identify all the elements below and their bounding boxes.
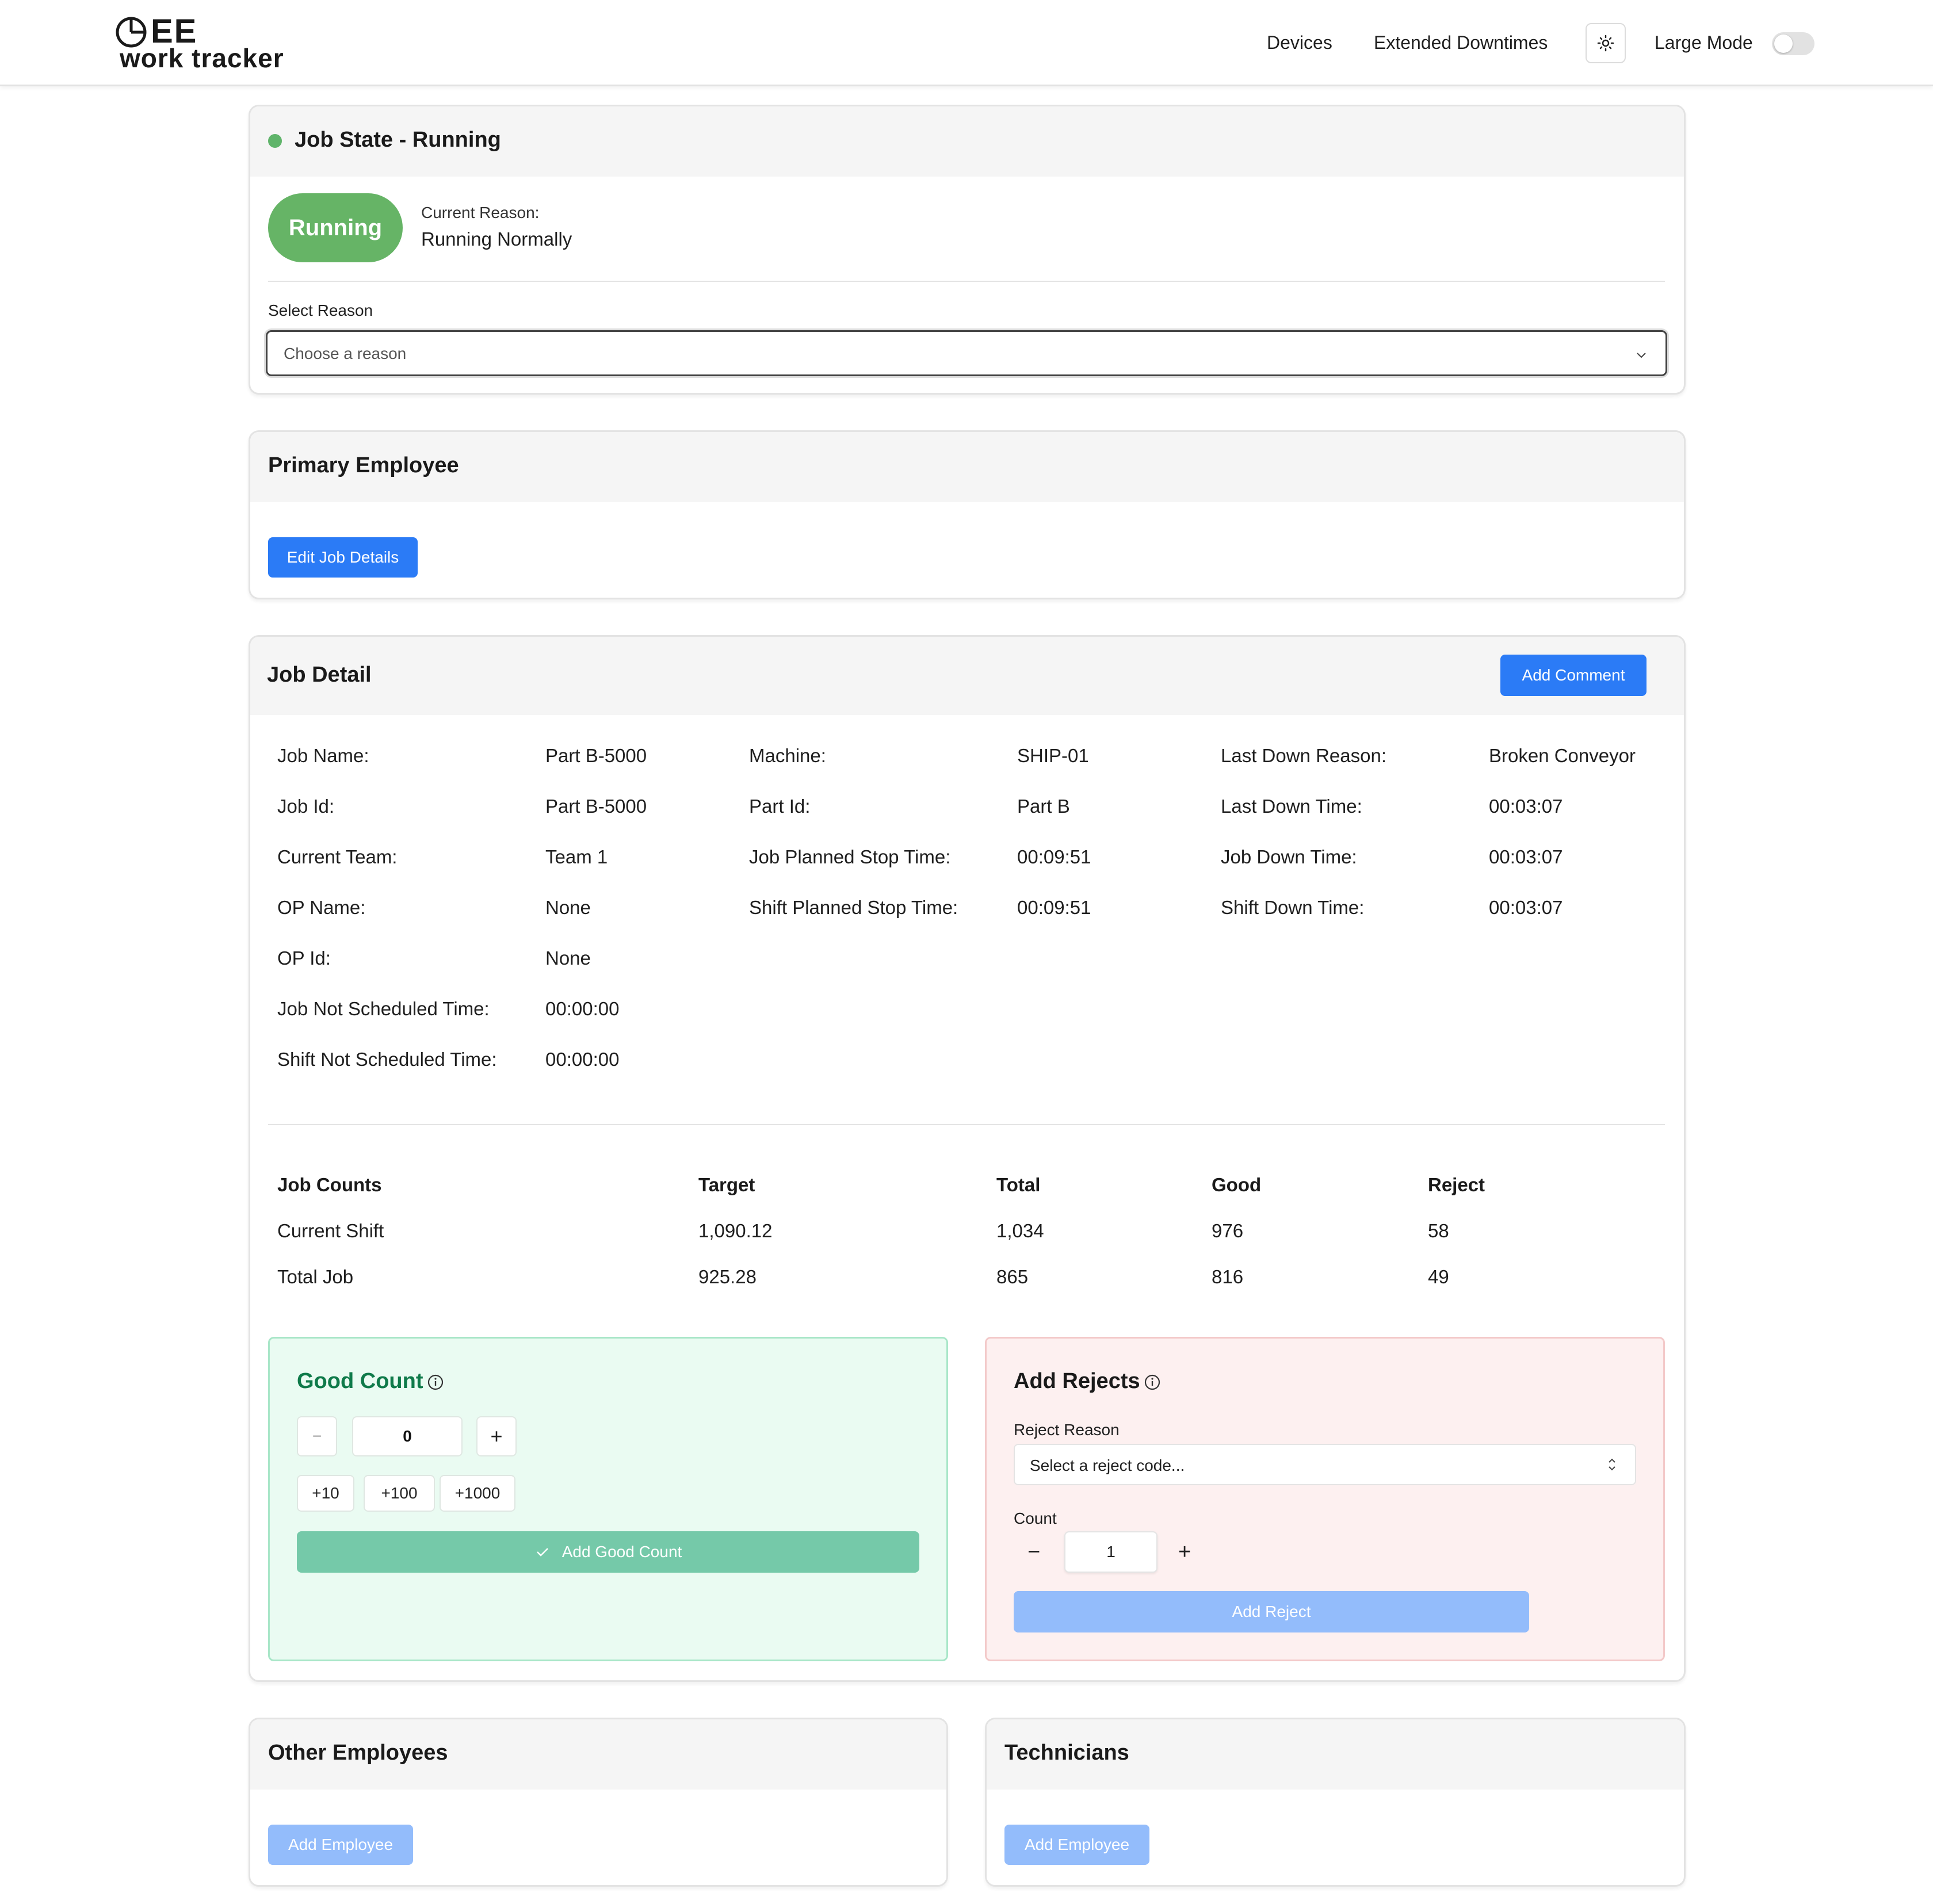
counts-row-label: Current Shift bbox=[277, 1220, 384, 1241]
current-reason-value: Running Normally bbox=[421, 228, 572, 250]
detail-value-op-id: None bbox=[545, 947, 591, 969]
detail-value-last-down-time: 00:03:07 bbox=[1489, 796, 1563, 817]
counts-header-job-counts: Job Counts bbox=[277, 1174, 382, 1195]
primary-employee-title: Primary Employee bbox=[268, 453, 459, 477]
good-count-increment-button[interactable]: + bbox=[476, 1416, 517, 1456]
select-reason-label: Select Reason bbox=[268, 301, 373, 319]
job-detail-header bbox=[250, 637, 1684, 715]
primary-employee-header bbox=[250, 432, 1684, 502]
detail-label-shift-planned-stop: Shift Planned Stop Time: bbox=[749, 897, 958, 918]
detail-value-job-id: Part B-5000 bbox=[545, 796, 647, 817]
detail-value-op-name: None bbox=[545, 897, 591, 918]
good-count-decrement-button[interactable]: − bbox=[297, 1416, 337, 1456]
detail-label-last-down-time: Last Down Time: bbox=[1221, 796, 1362, 817]
reject-count-increment-button[interactable]: + bbox=[1178, 1540, 1191, 1563]
reason-select[interactable]: Choose a reason bbox=[266, 330, 1667, 376]
theme-toggle-button[interactable] bbox=[1586, 23, 1626, 63]
detail-value-machine: SHIP-01 bbox=[1017, 745, 1089, 766]
detail-label-job-not-scheduled: Job Not Scheduled Time: bbox=[277, 998, 490, 1019]
divider bbox=[268, 1124, 1665, 1125]
counts-cell: 1,034 bbox=[996, 1220, 1044, 1241]
reason-select-placeholder: Choose a reason bbox=[284, 345, 407, 362]
detail-label-last-down-reason: Last Down Reason: bbox=[1221, 745, 1386, 766]
running-status-pill: Running bbox=[268, 193, 403, 262]
status-indicator-dot bbox=[268, 134, 282, 148]
info-icon[interactable] bbox=[427, 1374, 444, 1391]
detail-label-part-id: Part Id: bbox=[749, 796, 811, 817]
current-reason-label: Current Reason: bbox=[421, 204, 540, 221]
detail-label-op-name: OP Name: bbox=[277, 897, 366, 918]
nav-extended-downtimes[interactable]: Extended Downtimes bbox=[1374, 29, 1548, 56]
counts-cell: 865 bbox=[996, 1266, 1029, 1287]
primary-employee-card bbox=[249, 430, 1686, 599]
good-count-value[interactable]: 0 bbox=[352, 1416, 463, 1456]
divider bbox=[268, 281, 1665, 282]
add-good-count-button[interactable]: Add Good Count bbox=[297, 1531, 919, 1573]
add-10-button[interactable]: +10 bbox=[297, 1475, 354, 1512]
chevron-up-down-icon bbox=[1609, 1458, 1615, 1471]
detail-value-shift-down-time: 00:03:07 bbox=[1489, 897, 1563, 918]
reject-reason-label: Reject Reason bbox=[1014, 1421, 1120, 1439]
detail-label-shift-not-scheduled: Shift Not Scheduled Time: bbox=[277, 1049, 497, 1070]
edit-job-details-button[interactable]: Edit Job Details bbox=[268, 537, 418, 578]
other-employees-title: Other Employees bbox=[268, 1741, 448, 1765]
technicians-title: Technicians bbox=[1004, 1741, 1129, 1765]
job-state-title: Job State - Running bbox=[295, 128, 501, 152]
reject-count-label: Count bbox=[1014, 1509, 1057, 1527]
counts-header-total: Total bbox=[996, 1174, 1041, 1195]
detail-label-job-name: Job Name: bbox=[277, 745, 369, 766]
detail-value-part-id: Part B bbox=[1017, 796, 1070, 817]
job-detail-title: Job Detail bbox=[267, 663, 372, 687]
counts-header-good: Good bbox=[1212, 1174, 1262, 1195]
counts-header-target: Target bbox=[698, 1174, 755, 1195]
counts-cell: 816 bbox=[1212, 1266, 1244, 1287]
detail-label-current-team: Current Team: bbox=[277, 846, 398, 867]
reject-count-decrement-button[interactable]: − bbox=[1027, 1540, 1040, 1563]
add-comment-button[interactable]: Add Comment bbox=[1500, 655, 1647, 696]
counts-cell: 58 bbox=[1428, 1220, 1449, 1241]
detail-value-shift-not-scheduled: 00:00:00 bbox=[545, 1049, 620, 1070]
add-technician-button[interactable]: Add Employee bbox=[1004, 1825, 1149, 1865]
detail-label-job-down-time: Job Down Time: bbox=[1221, 846, 1357, 867]
detail-label-job-planned-stop: Job Planned Stop Time: bbox=[749, 846, 951, 867]
app-logo[interactable]: EE work tracker bbox=[115, 14, 288, 74]
add-rejects-title: Add Rejects bbox=[1014, 1369, 1140, 1393]
info-icon[interactable] bbox=[1144, 1374, 1161, 1391]
detail-value-job-planned-stop: 00:09:51 bbox=[1017, 846, 1091, 867]
large-mode-label: Large Mode bbox=[1655, 32, 1753, 53]
chevron-down-icon bbox=[1637, 353, 1646, 358]
add-1000-button[interactable]: +1000 bbox=[440, 1475, 515, 1512]
detail-value-job-not-scheduled: 00:00:00 bbox=[545, 998, 620, 1019]
reject-count-value[interactable]: 1 bbox=[1064, 1531, 1157, 1573]
detail-value-job-down-time: 00:03:07 bbox=[1489, 846, 1563, 867]
counts-cell: 976 bbox=[1212, 1220, 1244, 1241]
counts-header-reject: Reject bbox=[1428, 1174, 1485, 1195]
detail-label-machine: Machine: bbox=[749, 745, 826, 766]
logo-text-bottom: work tracker bbox=[120, 43, 284, 73]
reject-select-placeholder: Select a reject code... bbox=[1030, 1456, 1185, 1474]
counts-cell: 1,090.12 bbox=[698, 1220, 773, 1241]
detail-value-last-down-reason: Broken Conveyor bbox=[1489, 745, 1636, 766]
counts-cell: 49 bbox=[1428, 1266, 1449, 1287]
detail-label-shift-down-time: Shift Down Time: bbox=[1221, 897, 1365, 918]
sun-icon bbox=[1597, 35, 1614, 52]
detail-value-job-name: Part B-5000 bbox=[545, 745, 647, 766]
detail-label-op-id: OP Id: bbox=[277, 947, 331, 969]
nav-devices[interactable]: Devices bbox=[1267, 29, 1332, 56]
check-icon bbox=[536, 1548, 548, 1557]
add-other-employee-button[interactable]: Add Employee bbox=[268, 1825, 413, 1865]
counts-cell: 925.28 bbox=[698, 1266, 757, 1287]
good-count-title: Good Count bbox=[297, 1369, 423, 1393]
large-mode-toggle[interactable] bbox=[1772, 32, 1814, 55]
counts-row-label: Total Job bbox=[277, 1266, 354, 1287]
add-100-button[interactable]: +100 bbox=[364, 1475, 435, 1512]
detail-label-job-id: Job Id: bbox=[277, 796, 335, 817]
detail-value-shift-planned-stop: 00:09:51 bbox=[1017, 897, 1091, 918]
top-navbar: EE work tracker Devices Extended Downtim… bbox=[0, 0, 1933, 86]
detail-value-current-team: Team 1 bbox=[545, 846, 608, 867]
toggle-knob bbox=[1774, 35, 1793, 53]
add-good-count-label: Add Good Count bbox=[561, 1543, 682, 1561]
reject-reason-select[interactable]: Select a reject code... bbox=[1014, 1444, 1636, 1485]
add-reject-button[interactable]: Add Reject bbox=[1014, 1591, 1529, 1632]
